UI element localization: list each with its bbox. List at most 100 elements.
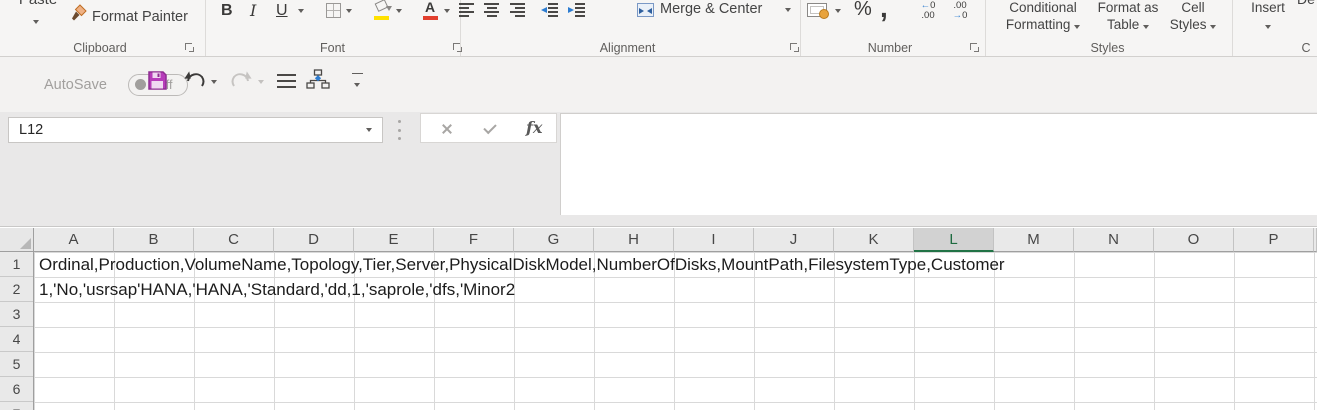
quick-access-toolbar: AutoSave Off — [0, 57, 1317, 112]
borders-icon[interactable] — [326, 3, 341, 18]
align-left-icon[interactable] — [459, 3, 474, 17]
column-header-e[interactable]: E — [354, 228, 434, 252]
accounting-format-icon[interactable] — [807, 3, 829, 19]
resize-dots-icon[interactable] — [398, 120, 401, 140]
decrease-indent-icon[interactable] — [541, 3, 558, 17]
font-color-icon[interactable]: A — [423, 0, 439, 20]
underline-button[interactable]: U — [276, 0, 288, 22]
row-header-2[interactable]: 2 — [0, 277, 33, 302]
number-group-label: Number — [867, 41, 913, 55]
column-header-m[interactable]: M — [994, 228, 1074, 252]
cell-styles-button[interactable]: Cell Styles — [1162, 0, 1224, 32]
comma-style-button[interactable]: , — [880, 0, 888, 24]
column-header-i[interactable]: I — [674, 228, 754, 252]
cell-styles-caret — [1210, 25, 1217, 29]
column-header-c[interactable]: C — [194, 228, 274, 252]
column-header-l-selected[interactable]: L — [914, 228, 994, 252]
insert-caret — [1265, 25, 1271, 29]
column-header-p[interactable]: P — [1234, 228, 1314, 252]
delete-button[interactable]: De — [1297, 0, 1315, 7]
underline-dropdown-caret[interactable] — [298, 9, 304, 13]
decrease-decimal-button[interactable]: .00 →0 — [946, 1, 974, 23]
font-color-letter: A — [425, 0, 436, 15]
enter-icon[interactable] — [483, 120, 497, 135]
italic-button[interactable]: I — [250, 0, 256, 22]
name-box-dropdown-caret[interactable] — [366, 128, 372, 132]
column-header-b[interactable]: B — [114, 228, 194, 252]
column-header-k[interactable]: K — [834, 228, 914, 252]
merge-center-button[interactable]: Merge & Center — [660, 1, 762, 17]
decrease-decimal-arrow: → — [952, 10, 963, 21]
increase-indent-icon[interactable] — [568, 3, 585, 17]
grid-cells[interactable]: Ordinal,Production,VolumeName,Topology,T… — [34, 252, 1317, 410]
undo-icon[interactable] — [184, 70, 206, 89]
undo-dropdown-caret[interactable] — [211, 80, 217, 84]
increase-decimal-button[interactable]: ←0 .00 — [914, 1, 942, 23]
cancel-icon[interactable] — [441, 123, 453, 135]
name-box[interactable]: L12 — [8, 117, 383, 143]
column-header-h[interactable]: H — [594, 228, 674, 252]
save-icon[interactable] — [147, 70, 168, 91]
paste-button[interactable]: Paste — [12, 0, 64, 8]
select-all-triangle-icon — [20, 238, 31, 249]
select-all-button[interactable] — [0, 228, 34, 252]
column-header-f[interactable]: F — [434, 228, 514, 252]
row-header-5[interactable]: 5 — [0, 352, 33, 377]
cell-styles-line1: Cell — [1181, 0, 1205, 15]
format-as-table-button[interactable]: Format as Table — [1094, 0, 1162, 32]
insert-function-button[interactable]: fx — [526, 118, 542, 137]
column-header-g[interactable]: G — [514, 228, 594, 252]
cell-a1[interactable]: Ordinal,Production,VolumeName,Topology,T… — [34, 252, 1005, 277]
column-header-n[interactable]: N — [1074, 228, 1154, 252]
bold-button[interactable]: B — [221, 0, 233, 22]
percent-style-button[interactable]: % — [854, 0, 872, 21]
column-header-o[interactable]: O — [1154, 228, 1234, 252]
borders-dropdown-caret[interactable] — [346, 9, 352, 13]
styles-group-label: Styles — [1090, 41, 1125, 55]
cell-a2[interactable]: 1,'No,'usrsap'HANA,'HANA,'Standard,'dd,1… — [34, 277, 515, 302]
clipboard-dialog-launcher-icon[interactable] — [184, 42, 195, 53]
name-box-value: L12 — [19, 122, 44, 138]
cells-group-label: C — [1301, 41, 1311, 55]
format-painter-icon — [72, 4, 87, 21]
paste-dropdown-caret[interactable] — [33, 20, 39, 24]
fill-color-bar — [374, 16, 389, 20]
qat-customize-icon[interactable] — [352, 73, 363, 87]
conditional-formatting-line2: Formatting — [1005, 17, 1071, 32]
cell-styles-line2: Styles — [1169, 17, 1207, 32]
row-header-3[interactable]: 3 — [0, 302, 33, 327]
font-color-dropdown-caret[interactable] — [444, 9, 450, 13]
alignment-dialog-launcher-icon[interactable] — [789, 42, 800, 53]
redo-icon[interactable] — [230, 70, 252, 89]
fill-dropdown-caret[interactable] — [396, 9, 402, 13]
fill-drip-icon — [386, 6, 392, 11]
font-group-label: Font — [319, 41, 345, 55]
formula-buttons-box: fx — [420, 113, 557, 143]
row-header-7[interactable]: 7 — [0, 402, 33, 410]
format-painter-button[interactable]: Format Painter — [92, 9, 188, 25]
formula-bar-input[interactable] — [560, 113, 1317, 215]
row-header-1[interactable]: 1 — [0, 252, 33, 277]
row-header-6[interactable]: 6 — [0, 377, 33, 402]
redo-dropdown-caret[interactable] — [258, 80, 264, 84]
column-header-d[interactable]: D — [274, 228, 354, 252]
ribbon: Paste Format Painter Clipboard B I U A F… — [0, 0, 1317, 57]
insert-button[interactable]: Insert — [1240, 0, 1296, 32]
conditional-formatting-line1: Conditional — [1009, 0, 1077, 15]
menu-lines-icon[interactable] — [277, 74, 296, 88]
org-chart-icon[interactable] — [306, 69, 330, 91]
accounting-dropdown-caret[interactable] — [835, 9, 841, 13]
merge-center-dropdown-caret[interactable] — [785, 8, 791, 12]
excel-window: Paste Format Painter Clipboard B I U A F… — [0, 0, 1317, 410]
number-dialog-launcher-icon[interactable] — [969, 42, 980, 53]
qat-customize-caret — [354, 83, 360, 87]
conditional-formatting-button[interactable]: Conditional Formatting — [995, 0, 1091, 32]
align-center-icon[interactable] — [484, 3, 499, 17]
increase-decimal-zeros: .00 — [921, 10, 935, 21]
align-right-icon[interactable] — [510, 3, 525, 17]
column-header-j[interactable]: J — [754, 228, 834, 252]
row-headers: 1 2 3 4 5 6 7 — [0, 252, 34, 410]
fill-color-icon[interactable] — [374, 0, 392, 20]
row-header-4[interactable]: 4 — [0, 327, 33, 352]
column-header-a[interactable]: A — [34, 228, 114, 252]
